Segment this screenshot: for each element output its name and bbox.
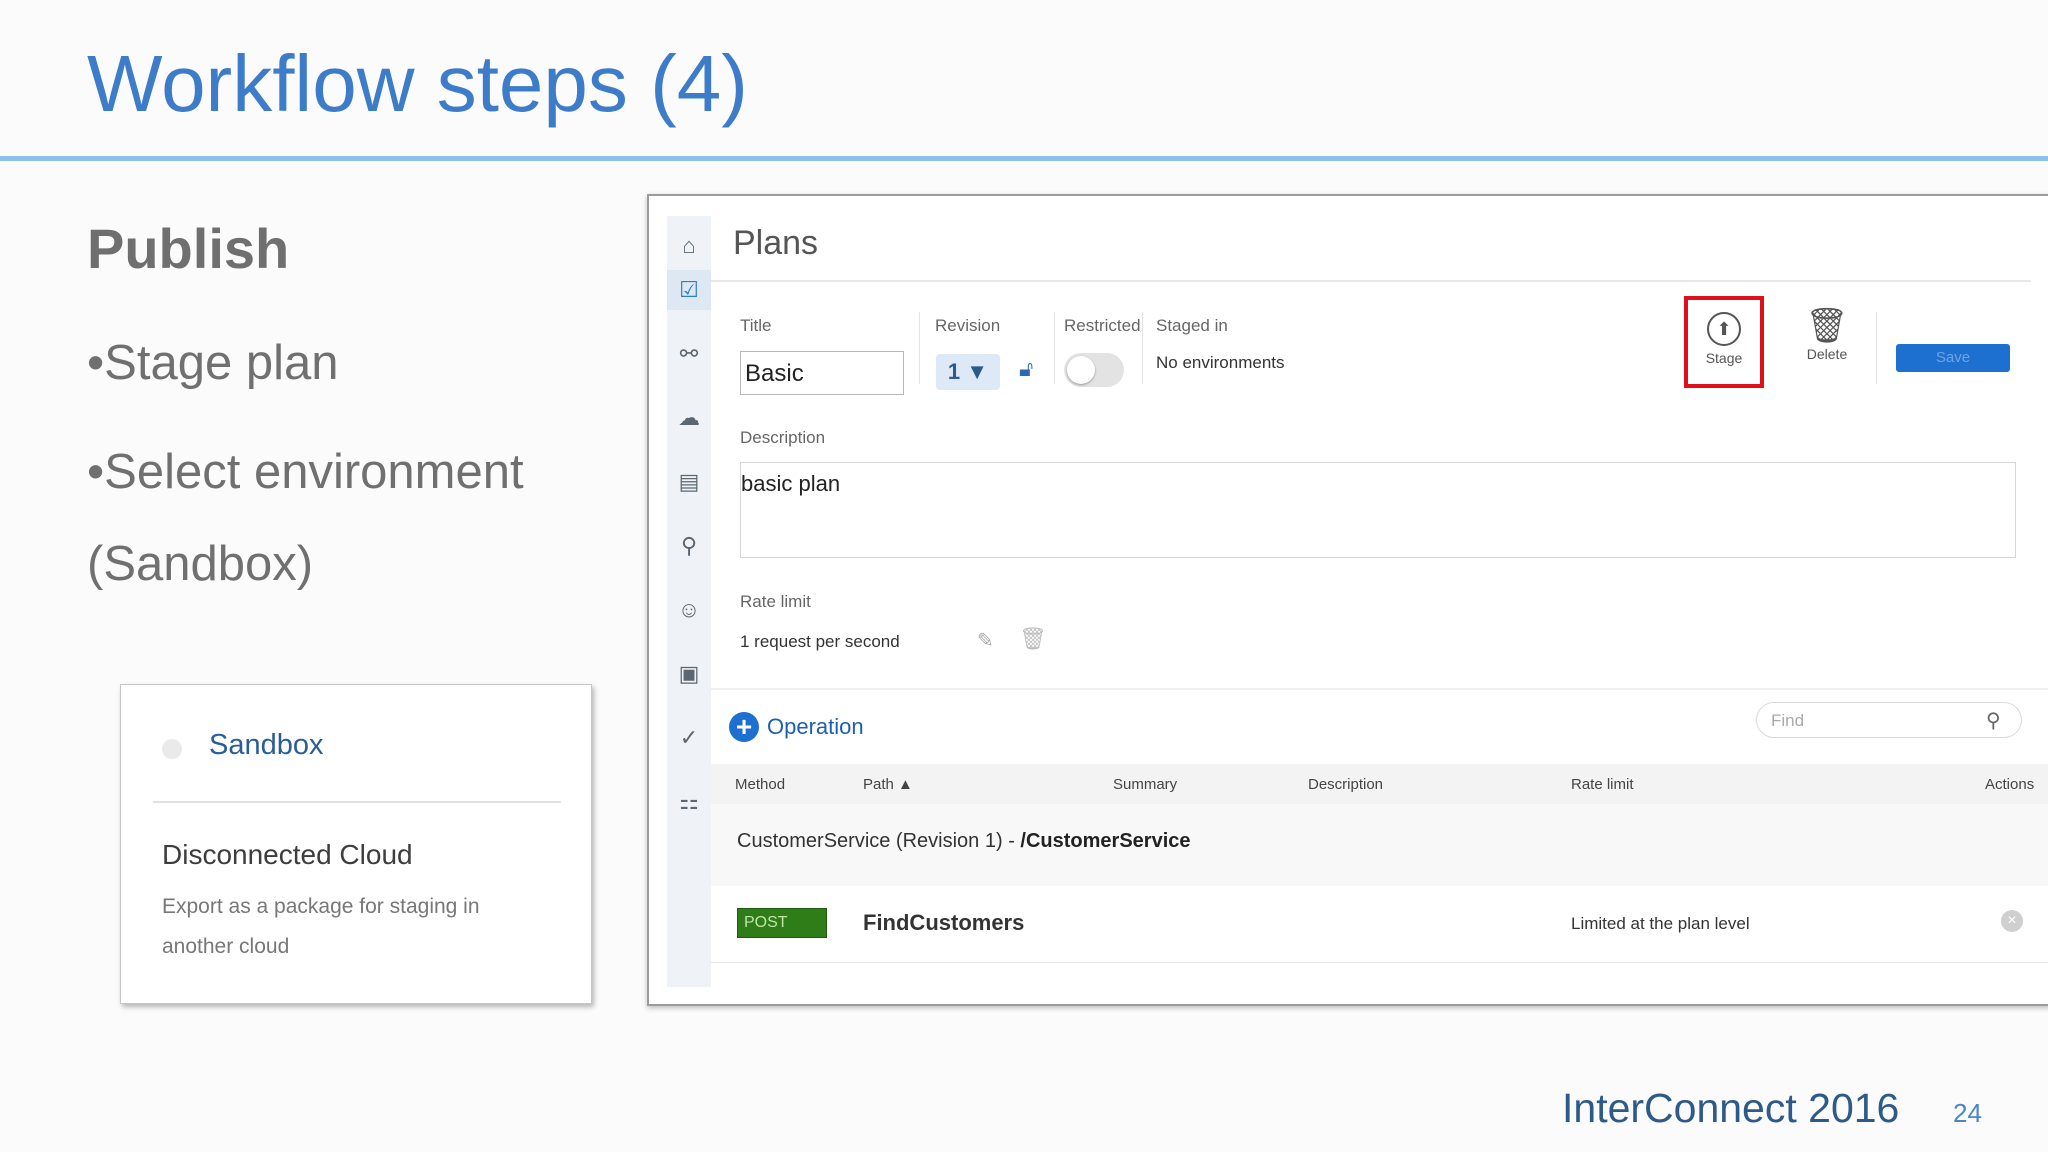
apps-icon[interactable]: ⚏ — [667, 782, 711, 822]
bullet-select-environment: •Select environment — [87, 445, 524, 499]
revision-select[interactable]: 1 ▼ — [936, 354, 1000, 390]
operation-group-row: CustomerService (Revision 1) - /Customer… — [711, 804, 2048, 887]
field-divider — [1142, 312, 1143, 384]
group-path: /CustomerService — [1020, 830, 1191, 852]
description-textarea[interactable]: basic plan — [740, 462, 2016, 558]
staged-in-value: No environments — [1156, 353, 1285, 372]
card-divider — [153, 801, 561, 803]
header-divider — [711, 280, 2031, 282]
stage-button-label: Stage — [1705, 350, 1743, 366]
docs-icon[interactable]: ▤ — [667, 462, 711, 502]
environment-card: Sandbox Disconnected Cloud Export as a p… — [120, 684, 592, 1004]
unlock-icon[interactable]: 🔓︎ — [1019, 356, 1033, 382]
column-method[interactable]: Method — [735, 776, 785, 793]
operations-table-header: Method Path ▲ Summary Description Rate l… — [711, 764, 2048, 805]
staged-in-label: Staged in — [1156, 316, 1228, 335]
users-icon[interactable]: ☺ — [667, 590, 711, 630]
group-title: CustomerService (Revision 1) - /Customer… — [737, 830, 1191, 853]
group-prefix: CustomerService (Revision 1) - — [737, 830, 1021, 852]
field-divider — [1876, 312, 1877, 384]
title-label: Title — [740, 316, 772, 335]
section-heading: Publish — [87, 217, 290, 280]
save-button[interactable]: Save — [1896, 344, 2010, 372]
table-row[interactable]: POST FindCustomers Limited at the plan l… — [711, 886, 2048, 963]
restricted-label: Restricted — [1064, 316, 1141, 335]
revision-value: 1 — [947, 359, 961, 384]
share-icon[interactable]: ⚯ — [667, 334, 711, 374]
field-divider — [1054, 312, 1055, 384]
find-input[interactable]: Find — [1756, 702, 2022, 738]
description-label: Description — [740, 428, 826, 447]
rate-limit-value: 1 request per second — [740, 632, 900, 651]
slide-title: Workflow steps (4) — [87, 39, 748, 128]
page-number: 24 — [1953, 1098, 1982, 1128]
home-icon[interactable]: ⌂ — [667, 226, 711, 266]
sandbox-radio[interactable] — [162, 739, 182, 759]
bullet-sandbox: (Sandbox) — [87, 537, 314, 591]
toggle-knob — [1067, 356, 1095, 384]
section-divider — [711, 688, 2048, 690]
plans-icon[interactable]: ☑ — [667, 270, 711, 310]
disconnected-cloud-desc-line2: another cloud — [162, 935, 290, 958]
plans-app-window: ⌂ ☑ ⚯ ☁ ▤ ⚲ ☺ ▣ ✓ ⚏ Plans Title Basic Re… — [647, 194, 2048, 1006]
restricted-toggle[interactable] — [1064, 353, 1124, 387]
delete-button[interactable]: 🗑︎ Delete — [1787, 296, 1867, 388]
operation-name[interactable]: FindCustomers — [863, 910, 1024, 936]
add-operation-button[interactable]: Operation — [767, 714, 864, 740]
page-header: Plans — [733, 224, 819, 262]
column-description[interactable]: Description — [1308, 776, 1383, 793]
footer-brand: InterConnect 2016 — [1562, 1085, 1900, 1131]
disconnected-cloud-desc-line1: Export as a package for staging in — [162, 895, 480, 918]
stage-button[interactable]: ⬆ Stage — [1684, 296, 1764, 388]
edit-icon[interactable]: ✎ — [977, 628, 994, 653]
profile-icon[interactable]: ▣ — [667, 654, 711, 694]
chevron-down-icon: ▼ — [966, 359, 989, 384]
method-badge: POST — [737, 908, 827, 938]
column-rate-limit[interactable]: Rate limit — [1571, 776, 1634, 793]
operation-rate-limit: Limited at the plan level — [1571, 914, 1750, 933]
column-path[interactable]: Path ▲ — [863, 776, 913, 793]
title-divider — [0, 156, 2048, 161]
title-input[interactable]: Basic — [740, 351, 904, 395]
revision-label: Revision — [935, 316, 1001, 335]
approvals-icon[interactable]: ✓ — [667, 718, 711, 758]
bullet-stage-plan: •Stage plan — [87, 336, 339, 390]
column-actions: Actions — [1985, 776, 2035, 793]
remove-icon[interactable]: × — [2001, 910, 2023, 932]
sidebar: ⌂ ☑ ⚯ ☁ ▤ ⚲ ☺ ▣ ✓ ⚏ — [667, 216, 711, 987]
trash-icon: 🗑︎ — [1805, 307, 1849, 345]
add-operation-icon[interactable]: + — [729, 712, 759, 742]
trash-icon[interactable]: 🗑︎ — [1019, 626, 1047, 652]
upload-icon: ⬆ — [1707, 312, 1741, 346]
column-summary[interactable]: Summary — [1113, 776, 1177, 793]
rate-limit-label: Rate limit — [740, 592, 811, 611]
cloud-icon[interactable]: ☁ — [667, 398, 711, 438]
delete-button-label: Delete — [1806, 346, 1848, 362]
sandbox-option[interactable]: Sandbox — [209, 729, 324, 762]
field-divider — [919, 312, 920, 384]
analytics-icon[interactable]: ⚲ — [667, 526, 711, 566]
disconnected-cloud-title[interactable]: Disconnected Cloud — [162, 839, 413, 871]
search-icon[interactable]: ⚲ — [1986, 708, 2001, 733]
